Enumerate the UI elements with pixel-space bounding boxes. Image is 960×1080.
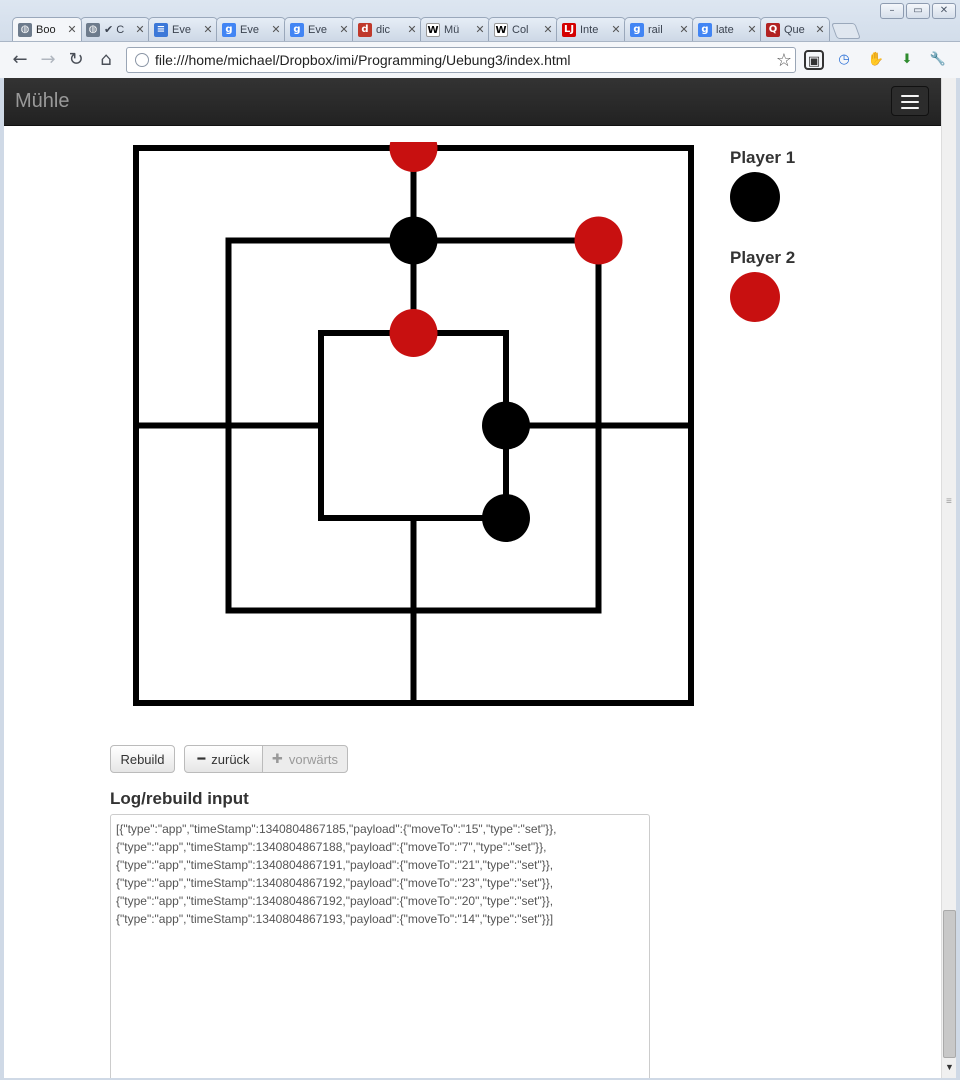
back-button-label: zurück: [211, 751, 250, 767]
browser-tab[interactable]: ◍ ✔ C ✕: [80, 17, 150, 41]
red-stone[interactable]: [389, 309, 438, 357]
tab-title: Eve: [172, 23, 191, 36]
tab-title: Mü: [444, 23, 460, 36]
browser-tab[interactable]: g rail ✕: [624, 17, 694, 41]
window-controls: – ▭ ✕: [880, 3, 956, 19]
log-textarea[interactable]: [{"type":"app","timeStamp":1340804867185…: [110, 814, 650, 1078]
tab-title: rail: [648, 23, 663, 36]
hamburger-menu-icon[interactable]: [891, 86, 929, 116]
page-scrollbar[interactable]: ≡ ▼: [941, 78, 956, 1078]
scroll-grip-icon: ≡: [946, 496, 952, 507]
page-icon: [135, 53, 149, 67]
tab-close-icon[interactable]: ✕: [203, 23, 213, 36]
quest-icon: Q: [766, 22, 780, 37]
forward-button-label: vorwärts: [288, 751, 339, 767]
tab-title: Que: [784, 23, 805, 36]
browser-tab[interactable]: W Col ✕: [488, 17, 558, 41]
wikipedia-icon: W: [426, 22, 440, 37]
bookmark-star-icon[interactable]: ☆: [773, 50, 795, 71]
tab-close-icon[interactable]: ✕: [815, 23, 825, 36]
timer-extension-icon[interactable]: ◷: [834, 50, 854, 70]
black-stone[interactable]: [482, 494, 530, 542]
tab-close-icon[interactable]: ✕: [543, 23, 553, 36]
log-heading: Log/rebuild input: [110, 789, 249, 808]
tab-close-icon[interactable]: ✕: [67, 23, 77, 36]
minus-icon: ━: [197, 751, 206, 767]
google-icon: g: [698, 22, 712, 37]
red-stone[interactable]: [389, 142, 438, 172]
browser-chrome: – ▭ ✕ ◍ Boo ✕ ◍ ✔ C ✕ ≡ Eve ✕ g Eve ✕ g Eve ✕ d dic ✕ W Mü ✕…: [0, 0, 960, 78]
close-window-button[interactable]: ✕: [932, 3, 956, 19]
tab-close-icon[interactable]: ✕: [271, 23, 281, 36]
google-icon: g: [290, 22, 304, 37]
maximize-button[interactable]: ▭: [906, 3, 930, 19]
tab-close-icon[interactable]: ✕: [747, 23, 757, 36]
app-navbar: Mühle: [4, 78, 941, 126]
globe-icon: ◍: [18, 22, 32, 37]
tab-title: dic: [376, 23, 391, 36]
board-ring: [318, 330, 509, 521]
browser-tab[interactable]: LJ Inte ✕: [556, 17, 626, 41]
tab-title: Eve: [240, 23, 259, 36]
browser-tab[interactable]: d dic ✕: [352, 17, 422, 41]
globe-icon: ◍: [86, 22, 100, 37]
brand-title[interactable]: Mühle: [15, 90, 69, 113]
address-bar[interactable]: file:///home/michael/Dropbox/imi/Program…: [126, 47, 796, 73]
back-arrow-icon[interactable]: ←: [8, 48, 32, 72]
player1-label: Player 1: [730, 148, 796, 167]
player1-stone: [730, 172, 780, 222]
tab-title: ✔ C: [104, 24, 125, 36]
dict-icon: d: [358, 22, 372, 37]
home-icon[interactable]: ⌂: [94, 48, 118, 72]
google-icon: g: [630, 22, 644, 37]
lj-icon: LJ: [562, 22, 576, 37]
browser-toolbar: ← → ↻ ⌂ file:///home/michael/Dropbox/imi…: [0, 41, 960, 78]
black-stone[interactable]: [482, 401, 530, 450]
black-stone[interactable]: [389, 216, 438, 265]
evernote-extension-icon[interactable]: ▣: [804, 50, 824, 70]
wikipedia-icon: W: [494, 22, 508, 37]
page-viewport: Mühle Player 1 Player 2 Rebuild ━ zurück…: [4, 78, 941, 1078]
browser-tab[interactable]: Q Que ✕: [760, 17, 830, 41]
plus-icon: ✚: [271, 751, 283, 767]
scroll-down-arrow-icon[interactable]: ▼: [942, 1062, 957, 1076]
tab-close-icon[interactable]: ✕: [135, 23, 145, 36]
tab-title: Col: [512, 23, 529, 36]
browser-tab[interactable]: g late ✕: [692, 17, 762, 41]
tab-close-icon[interactable]: ✕: [407, 23, 417, 36]
browser-tab[interactable]: ≡ Eve ✕: [148, 17, 218, 41]
red-stone[interactable]: [574, 216, 623, 265]
player2-stone: [730, 272, 780, 322]
tab-close-icon[interactable]: ✕: [475, 23, 485, 36]
browser-tab[interactable]: ◍ Boo ✕: [12, 17, 82, 41]
adblock-extension-icon[interactable]: ✋: [866, 50, 886, 70]
game-board[interactable]: [130, 142, 694, 742]
new-tab-button[interactable]: [831, 23, 861, 39]
tab-close-icon[interactable]: ✕: [339, 23, 349, 36]
tab-close-icon[interactable]: ✕: [679, 23, 689, 36]
back-button[interactable]: ━ zurück: [184, 745, 263, 773]
address-url[interactable]: file:///home/michael/Dropbox/imi/Program…: [155, 52, 773, 68]
browser-tab[interactable]: g Eve ✕: [216, 17, 286, 41]
player2-label: Player 2: [730, 248, 796, 267]
tab-close-icon[interactable]: ✕: [611, 23, 621, 36]
scrollbar-thumb[interactable]: [943, 910, 956, 1058]
browser-tab[interactable]: W Mü ✕: [420, 17, 490, 41]
tab-title: Eve: [308, 23, 327, 36]
tab-title: late: [716, 23, 734, 36]
forward-arrow-icon[interactable]: →: [36, 48, 60, 72]
tab-title: Boo: [36, 23, 56, 36]
browser-tab[interactable]: g Eve ✕: [284, 17, 354, 41]
rebuild-button[interactable]: Rebuild: [110, 745, 175, 773]
reload-icon[interactable]: ↻: [64, 48, 88, 72]
docs-icon: ≡: [154, 22, 168, 37]
forward-button[interactable]: ✚ vorwärts: [262, 745, 348, 773]
wrench-menu-icon[interactable]: 🔧: [928, 50, 948, 70]
tab-title: Inte: [580, 23, 599, 36]
google-icon: g: [222, 22, 236, 37]
tab-strip: ◍ Boo ✕ ◍ ✔ C ✕ ≡ Eve ✕ g Eve ✕ g Eve ✕ d dic ✕ W Mü ✕ W Col ✕ L…: [12, 17, 861, 41]
download-extension-icon[interactable]: ⬇: [897, 50, 917, 70]
minimize-button[interactable]: –: [880, 3, 904, 19]
rebuild-button-label: Rebuild: [120, 751, 165, 767]
